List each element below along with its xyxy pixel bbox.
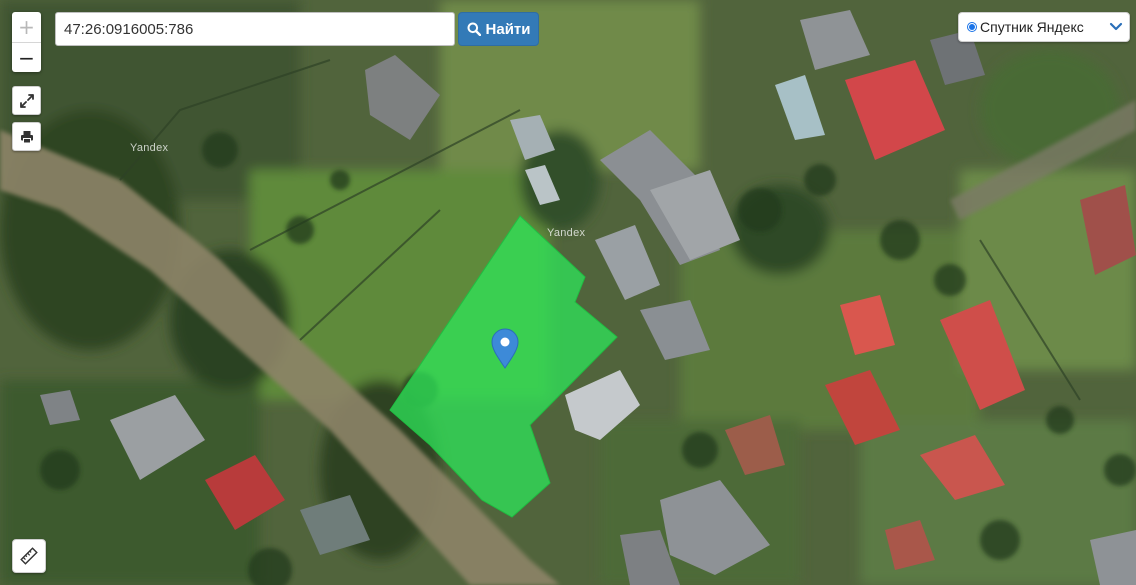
search-icon [467, 22, 481, 36]
printer-icon [20, 130, 33, 143]
ruler-icon [20, 547, 38, 565]
radio-selected-icon [967, 22, 977, 32]
map-watermark: Yandex [130, 142, 169, 154]
search-button-label: Найти [485, 20, 531, 38]
zoom-out-button[interactable]: − [12, 43, 41, 73]
cadastral-search-input[interactable] [55, 12, 455, 46]
map-layer-label: Спутник Яндекс [980, 19, 1084, 35]
search-button[interactable]: Найти [458, 12, 539, 46]
expand-icon [19, 93, 34, 108]
satellite-map[interactable] [0, 0, 1136, 585]
print-button[interactable] [12, 122, 41, 151]
fullscreen-button[interactable] [12, 86, 41, 115]
ruler-button[interactable] [12, 539, 46, 573]
zoom-control: + − [12, 12, 41, 72]
chevron-down-icon [1109, 22, 1123, 31]
map-watermark: Yandex [547, 227, 586, 239]
zoom-in-button[interactable]: + [12, 12, 41, 42]
map-layer-select[interactable]: Спутник Яндекс [958, 12, 1130, 42]
